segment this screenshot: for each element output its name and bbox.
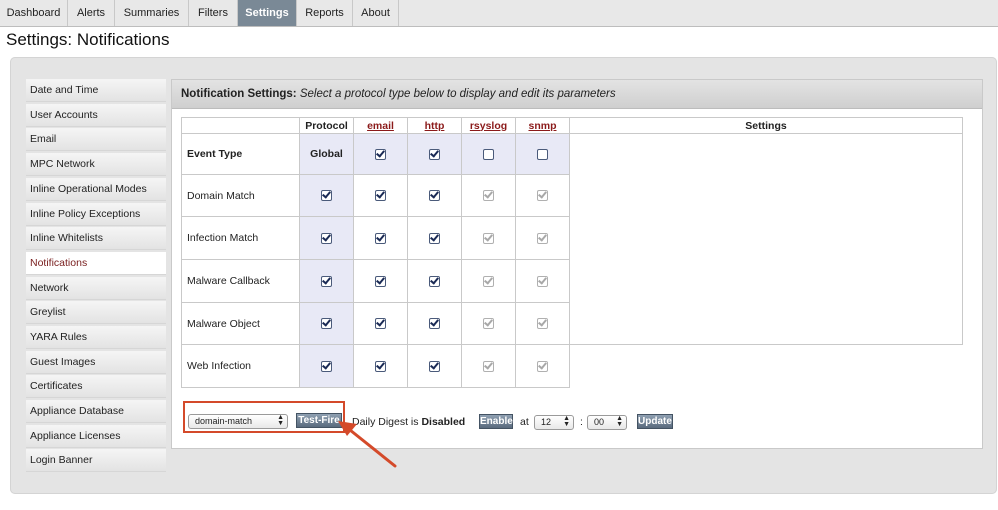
global-checkbox[interactable] [321,275,332,287]
daily-digest-label: Daily Digest is [352,416,419,428]
notification-table: Protocol email http rsyslog snmp Setting… [181,117,963,388]
settings-area [569,133,963,345]
sidebar-item-inline-policy-exceptions[interactable]: Inline Policy Exceptions [26,203,166,226]
update-button[interactable]: Update [637,414,673,429]
rsyslog-protocol-link[interactable]: rsyslog [470,120,507,132]
hour-select-value: 12 [541,417,552,427]
global-checkbox[interactable] [321,318,332,330]
http-checkbox[interactable] [429,190,440,202]
email-checkbox[interactable] [375,275,386,287]
at-label: at [520,416,529,428]
tab-reports[interactable]: Reports [297,0,353,26]
sidebar-item-inline-operational-modes[interactable]: Inline Operational Modes [26,178,166,201]
email-checkbox[interactable] [375,232,386,244]
http-checkbox[interactable] [429,232,440,244]
global-checkbox[interactable] [321,360,332,372]
event-label: Infection Match [181,216,300,260]
global-snmp-checkbox[interactable] [537,148,548,160]
minute-select[interactable]: 00 ▲ ▼ [587,415,627,430]
sidebar-item-login-banner[interactable]: Login Banner [26,449,166,472]
event-label: Domain Match [181,174,300,217]
top-nav: Dashboard Alerts Summaries Filters Setti… [0,0,998,27]
sidebar-item-appliance-licenses[interactable]: Appliance Licenses [26,425,166,448]
email-checkbox[interactable] [375,360,386,372]
header-settings: Settings [569,117,963,134]
select-arrows-icon: ▲ ▼ [616,415,623,428]
sidebar-item-date-and-time[interactable]: Date and Time [26,79,166,102]
sidebar-item-inline-whitelists[interactable]: Inline Whitelists [26,227,166,250]
tab-alerts[interactable]: Alerts [68,0,115,26]
tab-summaries[interactable]: Summaries [115,0,189,26]
global-checkbox[interactable] [321,232,332,244]
event-label: Malware Callback [181,259,300,303]
rsyslog-checkbox [483,318,494,330]
sidebar-item-email[interactable]: Email [26,128,166,151]
hour-select[interactable]: 12 ▲ ▼ [534,415,574,430]
controls-bar: domain-match ▲ ▼ Test-Fire Daily Digest i… [183,401,883,441]
time-colon: : [580,416,583,428]
event-label: Malware Object [181,302,300,345]
sidebar-item-yara-rules[interactable]: YARA Rules [26,326,166,349]
sidebar-item-user-accounts[interactable]: User Accounts [26,104,166,127]
global-label: Global [299,133,354,175]
test-fire-button[interactable]: Test-Fire [296,413,342,428]
email-checkbox[interactable] [375,190,386,202]
snmp-checkbox [537,190,548,202]
select-arrows-icon: ▲ ▼ [563,415,570,428]
header-email[interactable]: email [353,117,408,134]
enable-button[interactable]: Enable [479,414,513,429]
event-type-select-value: domain-match [195,416,253,426]
http-checkbox[interactable] [429,275,440,287]
sidebar-item-appliance-database[interactable]: Appliance Database [26,400,166,423]
panel-instructions: Select a protocol type below to display … [299,88,616,100]
sidebar-item-greylist[interactable]: Greylist [26,301,166,324]
daily-digest-text: Daily Digest is Disabled [352,415,465,429]
snmp-checkbox [537,275,548,287]
event-label: Web Infection [181,344,300,388]
global-email-checkbox[interactable] [375,148,386,160]
tab-about[interactable]: About [353,0,399,26]
event-type-select[interactable]: domain-match ▲ ▼ [188,414,288,429]
sidebar-item-guest-images[interactable]: Guest Images [26,351,166,374]
page-title: Settings: Notifications [6,30,170,49]
header-protocol: Protocol [299,117,354,134]
event-type-label: Event Type [181,133,300,175]
tab-dashboard[interactable]: Dashboard [0,0,68,26]
sidebar-item-network[interactable]: Network [26,277,166,300]
sidebar-item-notifications[interactable]: Notifications [26,252,166,275]
rsyslog-checkbox [483,232,494,244]
rsyslog-checkbox [483,360,494,372]
http-checkbox[interactable] [429,318,440,330]
tab-settings[interactable]: Settings [238,0,297,26]
global-http-checkbox[interactable] [429,148,440,160]
select-arrows-icon: ▲ ▼ [277,414,284,427]
tab-filters[interactable]: Filters [189,0,238,26]
daily-digest-status: Disabled [421,416,466,428]
header-blank [181,117,300,134]
global-rsyslog-checkbox[interactable] [483,148,494,160]
sidebar-item-certificates[interactable]: Certificates [26,375,166,398]
rsyslog-checkbox [483,275,494,287]
sidebar-item-mpc-network[interactable]: MPC Network [26,153,166,176]
header-snmp[interactable]: snmp [515,117,570,134]
email-checkbox[interactable] [375,318,386,330]
header-http[interactable]: http [407,117,462,134]
snmp-protocol-link[interactable]: snmp [528,120,556,132]
rsyslog-checkbox [483,190,494,202]
panel-header: Notification Settings: Select a protocol… [172,80,982,109]
http-checkbox[interactable] [429,360,440,372]
snmp-checkbox [537,318,548,330]
global-checkbox[interactable] [321,190,332,202]
minute-select-value: 00 [594,417,605,427]
snmp-checkbox [537,360,548,372]
global-row: Event Type Global [181,133,963,345]
table-row: Web Infection [181,344,963,388]
snmp-checkbox [537,232,548,244]
panel-title: Notification Settings: [181,88,297,100]
http-protocol-link[interactable]: http [425,120,445,132]
header-rsyslog[interactable]: rsyslog [461,117,516,134]
email-protocol-link[interactable]: email [367,120,394,132]
